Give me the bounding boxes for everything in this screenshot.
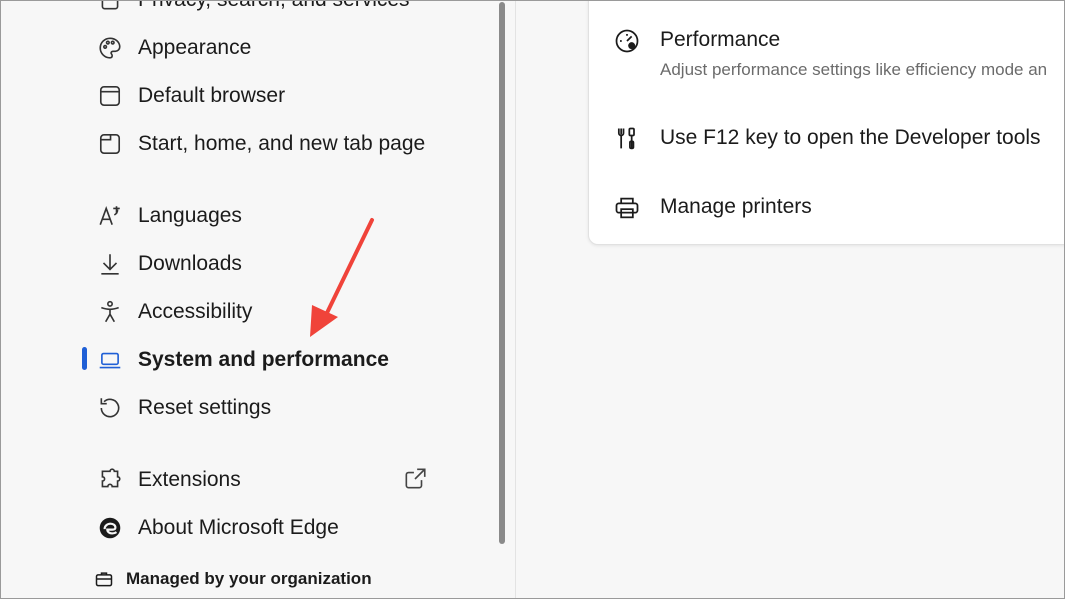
sidebar-item-label: System and performance [138, 348, 389, 371]
performance-row[interactable]: Performance Adjust performance settings … [612, 26, 1047, 80]
sidebar-item-label: Start, home, and new tab page [138, 132, 426, 155]
sidebar-item-label: Extensions [138, 468, 241, 491]
languages-icon [96, 202, 124, 230]
lock-icon [96, 0, 124, 14]
sidebar-item-label: Default browser [138, 84, 286, 107]
sidebar-item-label: Privacy, search, and services [138, 0, 410, 12]
briefcase-icon [94, 568, 116, 590]
sidebar-item-downloads[interactable]: Downloads [96, 244, 456, 284]
palette-icon [96, 34, 124, 62]
manage-printers-row[interactable]: Manage printers [612, 193, 812, 223]
printer-icon [612, 193, 642, 223]
sidebar-item-label: About Microsoft Edge [138, 516, 339, 539]
sidebar-item-appearance[interactable]: Appearance [96, 28, 456, 68]
sidebar-item-label: Appearance [138, 36, 252, 59]
sidebar-scrollbar[interactable] [499, 2, 505, 544]
developer-tools-icon [612, 124, 642, 154]
sidebar-item-system-performance[interactable]: System and performance [96, 340, 456, 380]
accessibility-icon [96, 298, 124, 326]
laptop-icon [96, 346, 124, 374]
developer-tools-row[interactable]: Use F12 key to open the Developer tools [612, 124, 1041, 154]
sidebar-item-label: Languages [138, 204, 242, 227]
sidebar-item-accessibility[interactable]: Accessibility [96, 292, 456, 332]
sidebar-item-label: Downloads [138, 252, 242, 275]
sidebar-item-label: Reset settings [138, 396, 272, 419]
edge-logo-icon [96, 514, 124, 542]
external-link-icon[interactable] [402, 466, 428, 492]
manage-printers-title: Manage printers [660, 195, 812, 218]
puzzle-icon [96, 466, 124, 494]
managed-by-org[interactable]: Managed by your organization [94, 566, 372, 592]
sidebar-item-languages[interactable]: Languages [96, 196, 456, 236]
sidebar-item-reset-settings[interactable]: Reset settings [96, 388, 456, 428]
reset-icon [96, 394, 124, 422]
sidebar-item-label: Accessibility [138, 300, 253, 323]
developer-tools-title: Use F12 key to open the Developer tools [660, 126, 1041, 149]
sidebar-item-start-home[interactable]: Start, home, and new tab page [96, 124, 456, 164]
active-item-indicator [82, 347, 87, 370]
download-icon [96, 250, 124, 278]
managed-label: Managed by your organization [126, 569, 372, 588]
sidebar-item-privacy[interactable]: Privacy, search, and services [96, 0, 456, 20]
performance-gauge-icon [612, 26, 642, 56]
sidebar-item-about-edge[interactable]: About Microsoft Edge [96, 508, 456, 548]
home-tab-icon [96, 130, 124, 158]
performance-title: Performance [660, 28, 781, 51]
performance-subtitle: Adjust performance settings like efficie… [660, 60, 1048, 79]
browser-window-icon [96, 82, 124, 110]
sidebar-item-default-browser[interactable]: Default browser [96, 76, 456, 116]
settings-sidebar: Privacy, search, and services Appearance… [0, 0, 516, 599]
